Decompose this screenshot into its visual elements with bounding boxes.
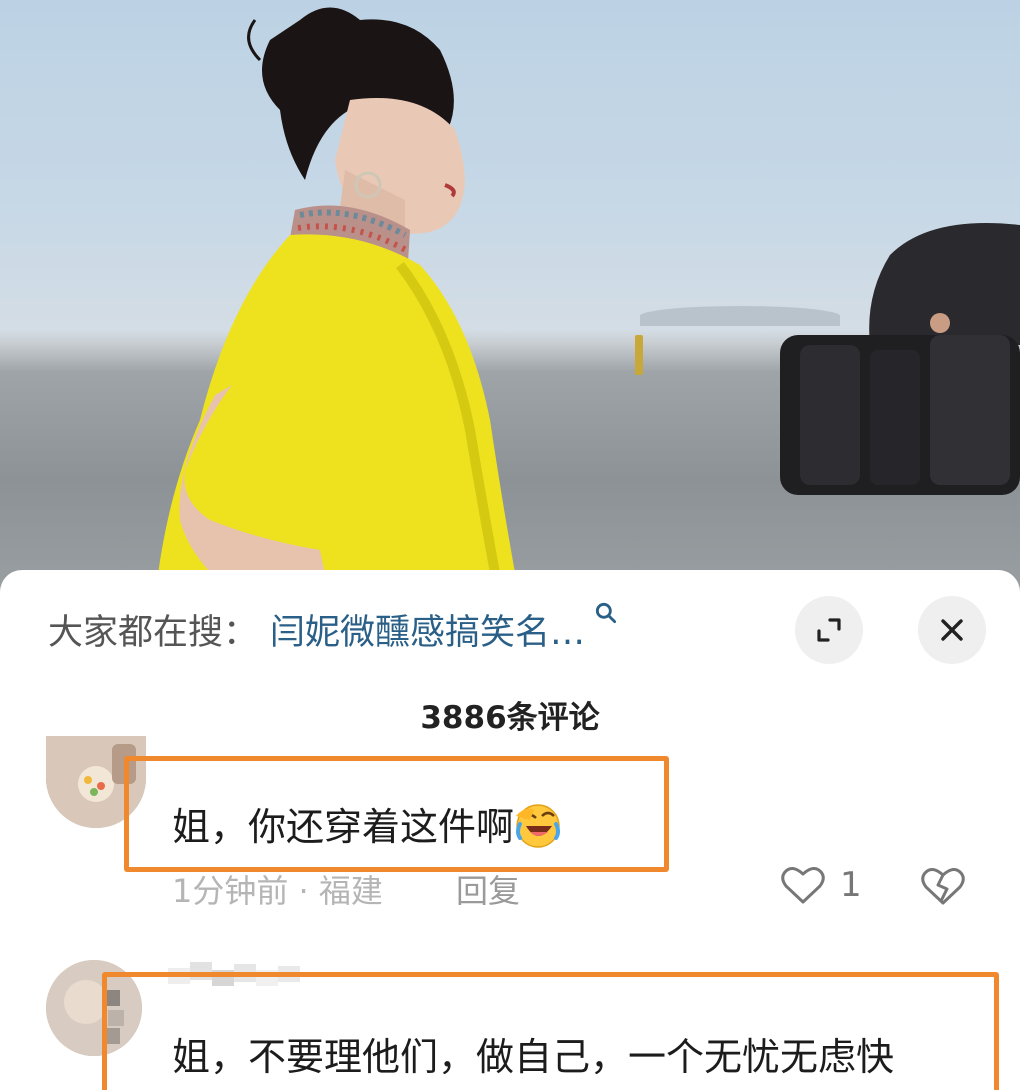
- expand-button[interactable]: [795, 596, 863, 664]
- highlight-box: [124, 756, 669, 872]
- video-frame[interactable]: [0, 0, 1020, 600]
- search-icon[interactable]: [593, 600, 619, 626]
- reply-button[interactable]: 回复: [456, 866, 520, 912]
- trending-search-row[interactable]: 大家都在搜： 闫妮微醺感搞笑名…: [48, 602, 619, 655]
- broken-heart-icon: [921, 868, 965, 905]
- comment-count: 3886条评论: [420, 700, 600, 736]
- expand-icon: [817, 618, 841, 642]
- camera-lens-foreground: [780, 223, 1020, 495]
- heart-icon: [781, 867, 825, 904]
- dislike-button[interactable]: [920, 865, 966, 911]
- like-button[interactable]: 1: [780, 864, 862, 906]
- comment-sheet: 大家都在搜： 闫妮微醺感搞笑名… 3886条评论 姐，你还穿着这件啊 1分钟前 …: [0, 570, 1020, 1090]
- close-button[interactable]: [918, 596, 986, 664]
- like-count: 1: [840, 865, 862, 905]
- buoy: [635, 335, 643, 375]
- woman-in-yellow-figure: [155, 7, 520, 600]
- trending-search-link[interactable]: 闫妮微醺感搞笑名…: [270, 604, 585, 655]
- close-icon: [941, 619, 963, 641]
- comment-time-location: 1分钟前 · 福建: [172, 872, 383, 910]
- highlight-box: [102, 972, 999, 1090]
- trending-search-prefix: 大家都在搜：: [48, 612, 259, 653]
